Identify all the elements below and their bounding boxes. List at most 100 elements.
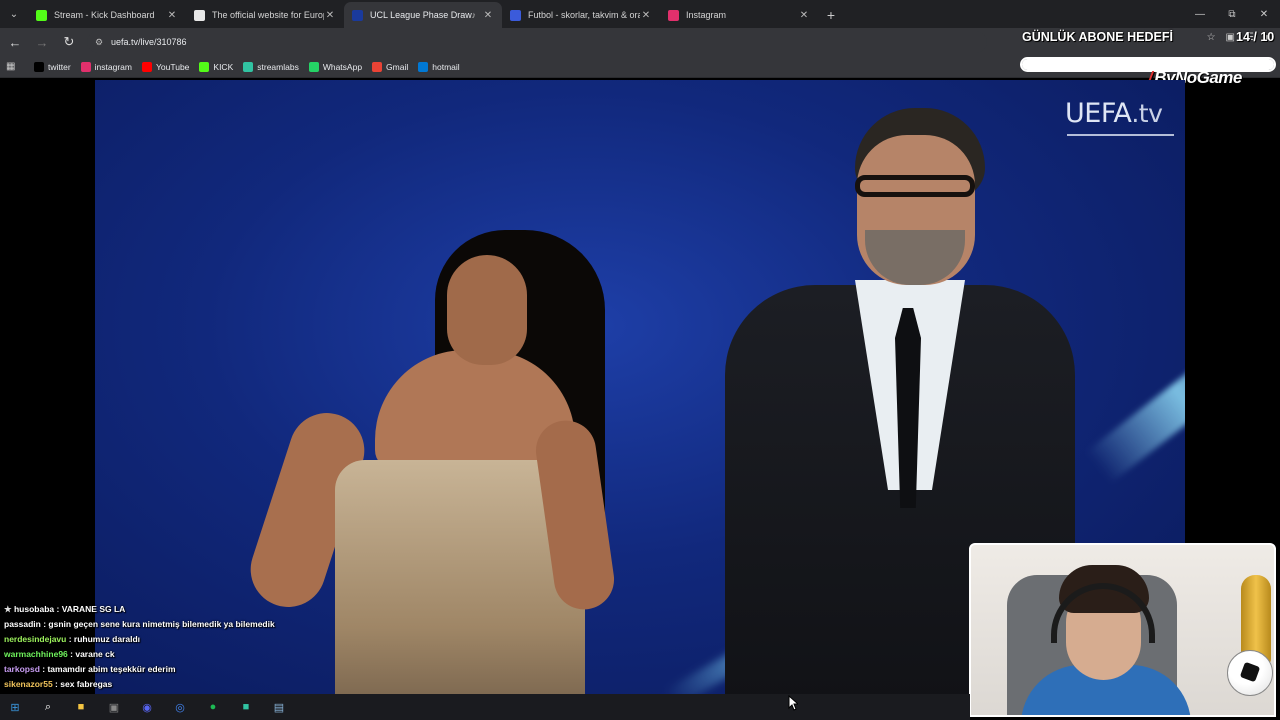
close-tab-icon[interactable]: ✕ xyxy=(166,10,178,21)
close-tab-icon[interactable]: ✕ xyxy=(324,10,336,21)
chat-username: warmachhine96 xyxy=(4,649,68,659)
url-text: uefa.tv/live/310786 xyxy=(111,37,187,47)
chat-username: nerdesindejavu xyxy=(4,634,67,644)
browser-tab[interactable]: Futbol - skorlar, takvim & oranlar✕ xyxy=(502,2,660,28)
site-info-icon[interactable]: ⚙ xyxy=(95,37,105,47)
kick-icon xyxy=(36,9,47,21)
browser-tab[interactable]: Instagram ✕ xyxy=(660,2,818,28)
bookmark-label: YouTube xyxy=(156,61,190,72)
watermark-underline xyxy=(1067,134,1174,136)
spotify-icon[interactable]: ● xyxy=(202,696,224,718)
browser-tab[interactable]: The official website for European✕ xyxy=(186,2,344,28)
discord-icon[interactable]: ◉ xyxy=(136,696,158,718)
tab-audio-icon[interactable]: ♪ xyxy=(472,10,477,20)
subscriber-goal-count: 14 / 10 xyxy=(1236,30,1275,44)
screen: ⌄ Stream - Kick Dashboard ✕ The official w… xyxy=(0,0,1280,720)
presenter-man-glasses xyxy=(855,175,975,197)
presenter-woman-face xyxy=(447,255,527,365)
browser-tab[interactable]: UCL League Phase Draw ♪ ✕ xyxy=(344,2,502,28)
bookmark-label: streamlabs xyxy=(257,61,299,72)
chat-separator: : xyxy=(54,604,62,614)
chat-text: gsnin geçen sene kura nimetmiş bilemedik… xyxy=(48,619,275,629)
chat-username: husobaba xyxy=(13,604,55,614)
chat-message: warmachhine96 : varane ck xyxy=(0,647,360,662)
browser-tab[interactable]: Stream - Kick Dashboard ✕ xyxy=(28,2,186,28)
restore-button[interactable]: ⧉ xyxy=(1216,0,1248,28)
chat-badge-icon: ★ xyxy=(4,604,14,614)
bookmark-streamlabs[interactable]: streamlabs xyxy=(243,61,299,72)
chat-text: ruhumuz daraldı xyxy=(73,634,141,644)
chat-message: sikenazor55 : sex fabregas xyxy=(0,677,360,692)
close-window-button[interactable]: ✕ xyxy=(1248,0,1280,28)
tab-title: The official website for European xyxy=(212,10,324,20)
chrome-icon[interactable]: ◎ xyxy=(169,696,191,718)
bookmark-youtube[interactable]: YouTube xyxy=(142,61,190,72)
extensions-icon[interactable]: ▣ xyxy=(1226,32,1235,43)
tab-title: Futbol - skorlar, takvim & oranlar xyxy=(528,10,640,20)
windows-taskbar: ⊞ ⌕ ■ ▣ ◉ ◎ ● ■ ▤ xyxy=(0,694,970,720)
back-button[interactable]: ← xyxy=(3,30,27,54)
chat-text: sex fabregas xyxy=(60,679,113,689)
bookmark-label: Gmail xyxy=(386,61,409,72)
forward-button[interactable]: → xyxy=(30,30,54,54)
chat-username: tarkopsd xyxy=(4,664,40,674)
bookmark-hotmail[interactable]: hotmail xyxy=(418,61,460,72)
close-tab-icon[interactable]: ✕ xyxy=(640,10,652,21)
stream-chat: ★ husobaba : VARANE SG LA passadin : gsni… xyxy=(0,602,360,707)
bookmark-twitter[interactable]: twitter xyxy=(34,61,71,72)
close-tab-icon[interactable]: ✕ xyxy=(798,10,810,21)
soccer-ball-icon xyxy=(1227,650,1273,696)
chat-text: tamamdır abim teşekkür ederim xyxy=(47,664,176,674)
bookmark-star-icon[interactable]: ☆ xyxy=(1207,32,1216,43)
instagram-icon xyxy=(80,61,91,72)
watermark-main: UEFA xyxy=(1065,98,1132,129)
chat-text: varane ck xyxy=(75,649,115,659)
uefa-icon xyxy=(194,9,205,21)
subscriber-goal-title: GÜNLÜK ABONE HEDEFİ xyxy=(1022,30,1173,44)
bookmark-instagram[interactable]: instagram xyxy=(80,61,132,72)
gmail-icon xyxy=(372,61,383,72)
mouse-cursor-icon xyxy=(788,695,798,711)
chat-message: passadin : gsnin geçen sene kura nimetmi… xyxy=(0,617,360,632)
address-bar[interactable]: ⚙ uefa.tv/live/310786 xyxy=(87,31,987,53)
whatsapp-icon xyxy=(308,61,319,72)
tab-title: UCL League Phase Draw xyxy=(370,10,472,20)
bookmark-label: twitter xyxy=(48,61,71,72)
bookmark-label: KICK xyxy=(213,61,234,72)
x-icon xyxy=(34,61,44,72)
instagram-icon xyxy=(668,9,679,21)
app-icon[interactable]: ▣ xyxy=(103,696,125,718)
bookmark-gmail[interactable]: Gmail xyxy=(372,61,409,72)
kick-icon xyxy=(199,61,210,72)
streamlabs-icon[interactable]: ■ xyxy=(235,696,257,718)
stage-light xyxy=(1086,316,1185,484)
bookmark-label: WhatsApp xyxy=(322,61,363,72)
apps-grid-icon[interactable]: ▦ xyxy=(6,60,20,74)
bookmark-whatsapp[interactable]: WhatsApp xyxy=(308,61,363,72)
search-icon[interactable]: ⌕ xyxy=(37,696,59,718)
chat-message: nerdesindejavu : ruhumuz daraldı xyxy=(0,632,360,647)
flashscore-icon xyxy=(510,9,521,21)
browser-tab-strip: ⌄ Stream - Kick Dashboard ✕ The official w… xyxy=(0,0,1280,28)
bookmark-kick[interactable]: KICK xyxy=(199,61,234,72)
webcam-feed xyxy=(969,543,1276,717)
outlook-icon xyxy=(418,61,429,72)
uefa-tv-watermark: UEFA.tv xyxy=(1065,98,1163,129)
uefa-icon xyxy=(352,9,363,21)
tab-title: Stream - Kick Dashboard xyxy=(54,10,155,20)
tab-title: Instagram xyxy=(686,10,727,20)
minimize-button[interactable]: — xyxy=(1184,0,1216,28)
reload-button[interactable]: ↻ xyxy=(57,30,81,54)
chat-message: tarkopsd : tamamdır abim teşekkür ederim xyxy=(0,662,360,677)
youtube-icon xyxy=(142,61,152,72)
bookmark-label: hotmail xyxy=(432,61,460,72)
tab-search-chevron-icon[interactable]: ⌄ xyxy=(0,0,28,28)
new-tab-button[interactable]: + xyxy=(818,2,844,28)
windows-icon[interactable]: ⊞ xyxy=(4,696,26,718)
chat-separator: : xyxy=(66,634,74,644)
chat-username: sikenazor55 xyxy=(4,679,53,689)
notepad-icon[interactable]: ▤ xyxy=(268,696,290,718)
close-tab-icon[interactable]: ✕ xyxy=(482,10,494,21)
chat-message: ★ husobaba : VARANE SG LA xyxy=(0,602,360,617)
folder-icon[interactable]: ■ xyxy=(70,696,92,718)
